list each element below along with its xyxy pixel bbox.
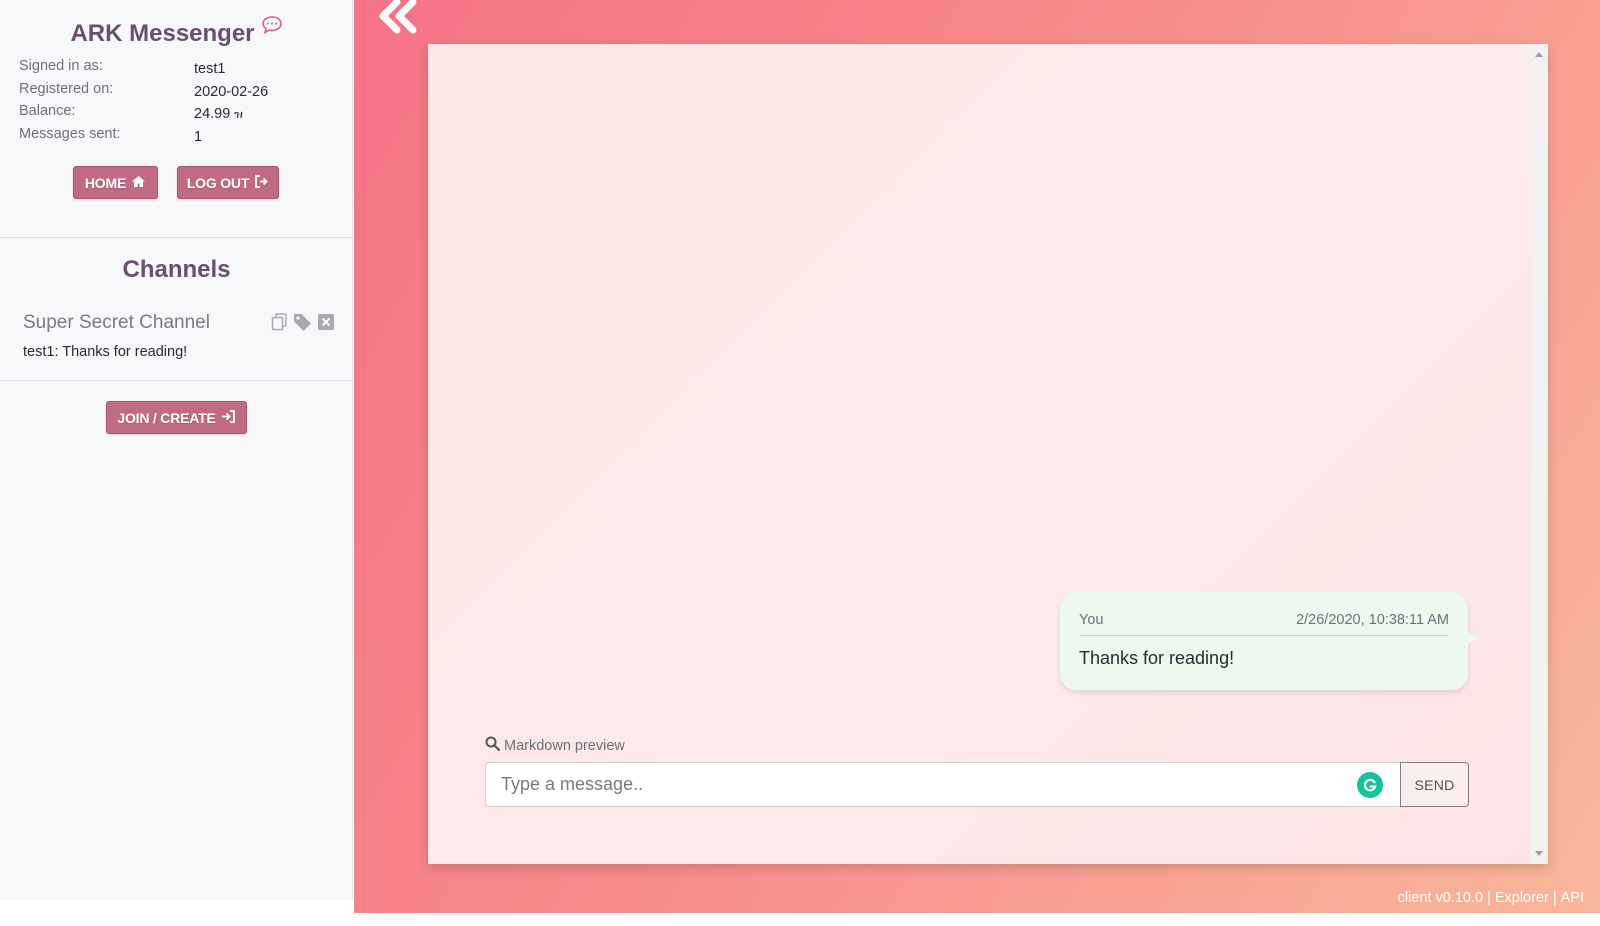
- divider: [0, 237, 353, 238]
- divider: [0, 380, 353, 381]
- client-version: client v0.10.0: [1397, 890, 1484, 906]
- markdown-preview-label: Markdown preview: [504, 737, 625, 754]
- info-value: test1: [194, 61, 226, 78]
- app-title-text: ARK Messenger: [70, 20, 255, 47]
- chat-panel: You 2/26/2020, 10:38:11 AM Thanks for re…: [428, 44, 1548, 864]
- channel-item-super-secret[interactable]: Super Secret Channel: [23, 312, 210, 334]
- copy-icon[interactable]: [271, 313, 288, 336]
- info-label: Balance:: [19, 103, 76, 119]
- balance-amount: 24.99: [194, 106, 231, 123]
- message-header: You 2/26/2020, 10:38:11 AM: [1079, 612, 1449, 636]
- chat-bubble-icon: [261, 14, 283, 42]
- app-title: ARK Messenger: [0, 14, 353, 48]
- sidebar: ARK Messenger Signed in as: test1 Regist…: [0, 0, 353, 900]
- message-bubble: You 2/26/2020, 10:38:11 AM Thanks for re…: [1060, 592, 1478, 690]
- channels-title: Channels: [122, 256, 231, 283]
- info-value: 1: [194, 128, 203, 145]
- explorer-link[interactable]: Explorer: [1495, 890, 1549, 906]
- join-create-label: JOIN / CREATE: [117, 409, 216, 426]
- home-button[interactable]: HOME: [73, 166, 158, 199]
- info-label: Signed in as:: [19, 58, 103, 74]
- logout-button-label: LOG OUT: [186, 174, 250, 191]
- currency-symbol: ዝ: [234, 106, 243, 121]
- info-row-balance: Balance: 24.99 ዝ: [19, 103, 268, 126]
- home-button-label: HOME: [84, 174, 127, 191]
- message-timestamp: 2/26/2020, 10:38:11 AM: [1296, 612, 1449, 628]
- info-row-messages-sent: Messages sent: 1: [19, 126, 268, 149]
- channel-last-sender: test1: [23, 344, 55, 360]
- footer-separator: |: [1552, 890, 1557, 906]
- channel-last-text: : Thanks for reading!: [54, 344, 188, 360]
- info-label: Registered on:: [19, 80, 114, 97]
- info-label: Messages sent:: [19, 125, 121, 142]
- markdown-preview-toggle[interactable]: Markdown preview: [485, 736, 625, 755]
- close-square-icon[interactable]: [317, 313, 335, 336]
- channel-last-message: test1: Thanks for reading!: [23, 344, 187, 360]
- sign-in-icon: [221, 409, 236, 426]
- scroll-up-arrow[interactable]: [1535, 52, 1543, 57]
- info-row-signed-in: Signed in as: test1: [19, 58, 268, 81]
- info-value: 2020-02-26: [194, 83, 269, 100]
- join-create-button[interactable]: JOIN / CREATE: [106, 401, 247, 434]
- message-author: You: [1079, 612, 1104, 628]
- footer: client v0.10.0 | Explorer | API: [1398, 890, 1584, 906]
- sign-out-icon: [254, 174, 269, 191]
- grammarly-icon[interactable]: [1357, 772, 1383, 798]
- api-link[interactable]: API: [1561, 890, 1584, 906]
- account-info: Signed in as: test1 Registered on: 2020-…: [19, 58, 268, 148]
- scroll-down-arrow[interactable]: [1535, 851, 1543, 856]
- message-text: Thanks for reading!: [1079, 648, 1235, 668]
- search-icon: [485, 736, 501, 755]
- scrollbar[interactable]: [1530, 44, 1548, 864]
- double-chevron-left-icon[interactable]: [375, 0, 421, 39]
- message-input[interactable]: [485, 762, 1400, 807]
- footer-separator: |: [1487, 890, 1491, 906]
- channel-actions: [271, 313, 335, 336]
- tag-icon[interactable]: [293, 313, 312, 336]
- info-row-registered: Registered on: 2020-02-26: [19, 81, 268, 104]
- logout-button[interactable]: LOG OUT: [177, 166, 279, 199]
- message-composer: SEND: [485, 762, 1469, 807]
- home-icon: [131, 175, 146, 191]
- info-value: 24.99 ዝ: [194, 103, 243, 126]
- send-button[interactable]: SEND: [1400, 762, 1469, 807]
